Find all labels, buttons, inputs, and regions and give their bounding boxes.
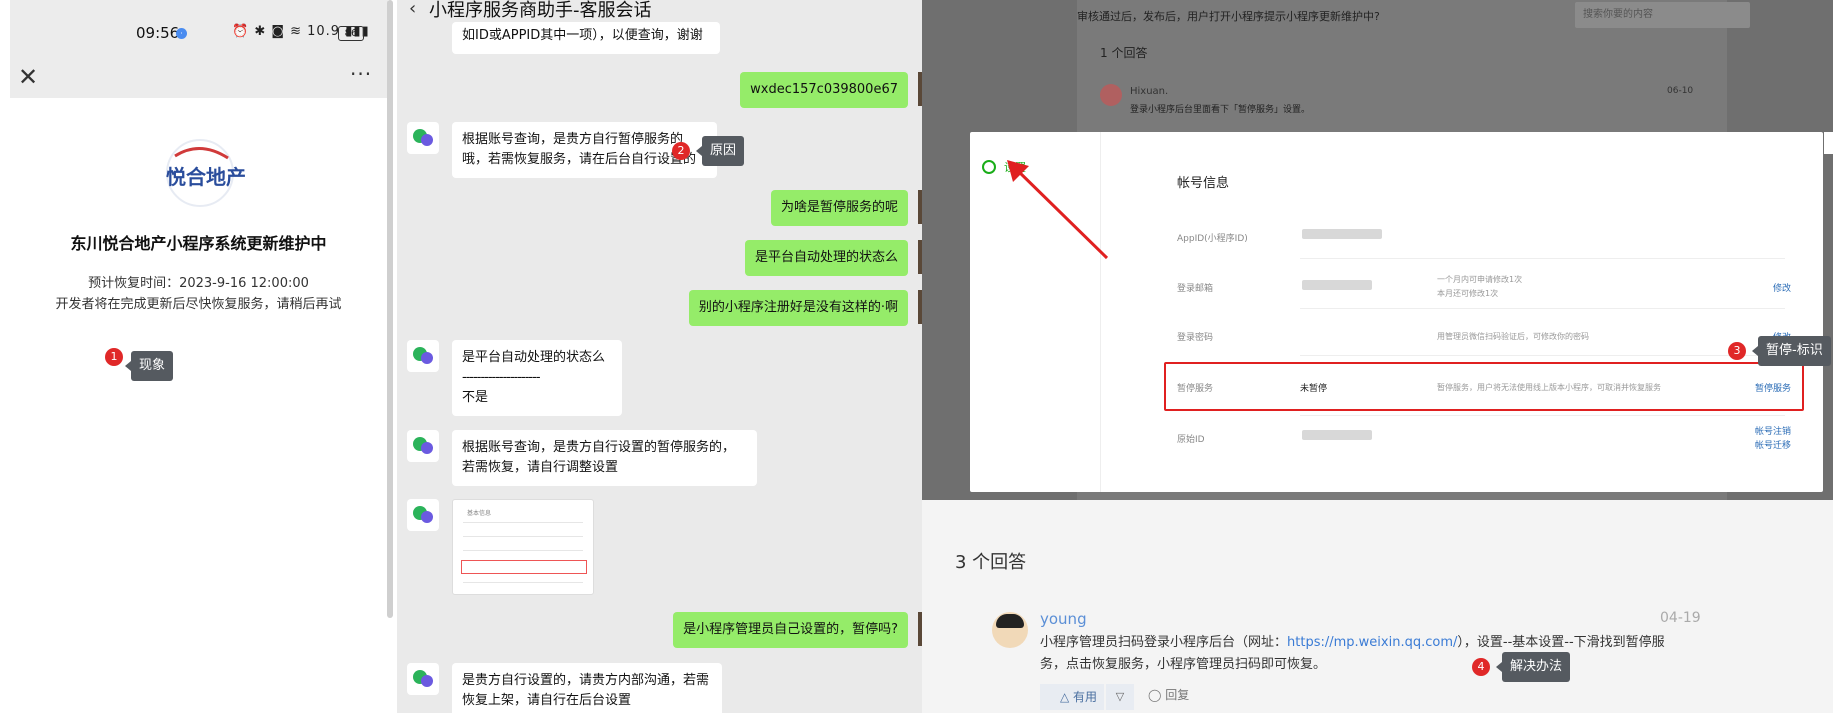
reply-label: 回复	[1165, 688, 1190, 702]
answer-date: 04-19	[1660, 610, 1701, 626]
annotation-number: 1	[105, 348, 123, 366]
chat-title: 小程序服务商助手-客服会话	[429, 0, 652, 21]
annotation-label: 原因	[695, 136, 745, 166]
back-icon[interactable]: ‹	[409, 0, 416, 19]
message-left: 是贵方自行设置的，请贵方内部沟通，若需恢复上架，请自行在后台设置	[452, 663, 722, 713]
useful-label: 有用	[1073, 690, 1098, 704]
annotation-number: 3	[1728, 342, 1746, 360]
row-note: 本月还可修改1次	[1437, 289, 1499, 298]
row-label: 登录密码	[1177, 333, 1214, 343]
maintenance-title: 东川悦合地产小程序系统更新维护中	[70, 234, 327, 253]
status-time: 09:56	[136, 24, 180, 42]
row-note: 用管理员微信扫码验证后，可修改你的密码	[1437, 332, 1589, 341]
recovery-time: 预计恢复时间：2023-9-16 12:00:00	[88, 276, 309, 291]
annotation-label: 暂停-标识	[1752, 336, 1831, 366]
annotation-number: 2	[672, 142, 690, 160]
message-line: 不是	[462, 390, 489, 405]
message-right: 是小程序管理员自己设置的，暂停吗?	[673, 612, 908, 648]
thumb-up-icon: △	[1060, 690, 1074, 704]
edit-email-link[interactable]: 修改	[1773, 281, 1791, 294]
highlight-box	[1164, 362, 1804, 411]
answer-text: 登录小程序后台里面看下「暂停服务」设置。	[1130, 105, 1311, 115]
message-right: 别的小程序注册好是没有这样的·啊	[688, 290, 908, 326]
answer-body: 小程序管理员扫码登录小程序后台（网址：https://mp.weixin.qq.…	[1040, 632, 1690, 676]
message-right: wxdec157c039800e67	[740, 72, 908, 108]
thumbnail-text: 基本信息	[467, 510, 492, 517]
migrate-account-link[interactable]: 帐号迁移	[1755, 438, 1791, 451]
service-avatar-icon	[407, 430, 439, 462]
annotation-number: 4	[1472, 658, 1490, 676]
mini-program-navbar	[10, 68, 388, 98]
red-arrow-icon	[1007, 160, 1109, 260]
thumb-down-icon: ▽	[1115, 690, 1125, 703]
close-edge	[1824, 132, 1833, 154]
comment-icon: ◯	[1148, 688, 1166, 702]
message-left: 根据账号查询，是贵方自行设置的暂停服务的，若需恢复，请自行调整设置	[452, 430, 757, 486]
downvote-button[interactable]: ▽	[1106, 684, 1134, 710]
avatar	[1100, 84, 1122, 106]
message-line: ---------------------	[462, 370, 541, 385]
answer-date: 06-10	[1667, 86, 1694, 96]
maintenance-notice: 开发者将在完成更新后尽快恢复服务，请稍后再试	[55, 297, 342, 312]
answer-text: 小程序管理员扫码登录小程序后台（网址：	[1040, 635, 1288, 650]
image-message-thumbnail[interactable]: 基本信息	[452, 499, 594, 595]
logo-text: 悦合地产	[166, 165, 246, 189]
gear-icon[interactable]	[982, 160, 996, 174]
annotation-label: 现象	[124, 351, 174, 381]
notification-dot: ·	[176, 28, 187, 39]
answers-section: 3 个回答 young 04-19 小程序管理员扫码登录小程序后台（网址：htt…	[922, 500, 1833, 713]
answer-count: 3 个回答	[955, 552, 1027, 573]
scrollbar[interactable]	[387, 0, 393, 618]
phone-screen: 09:56 · ⏰ ✱ ◙ ≋ 10.9 ▮▮▮ 86 ✕ ··· 悦合地产 东…	[0, 0, 397, 713]
admin-console-overlay: 审核通过后，发布后，用户打开小程序提示小程序更新维护中? 搜索你要的内容 1 个…	[922, 0, 1833, 500]
row-note: 一个月内可申请修改1次	[1437, 275, 1523, 284]
answer-user[interactable]: young	[1040, 610, 1087, 628]
blurred-value	[1302, 280, 1372, 290]
message-right: 为啥是暂停服务的呢	[770, 190, 908, 226]
qa-question: 审核通过后，发布后，用户打开小程序提示小程序更新维护中?	[1077, 10, 1380, 23]
section-title: 帐号信息	[1177, 176, 1230, 191]
message-line: 是平台自动处理的状态么	[462, 350, 606, 365]
battery-icon: 86	[338, 26, 364, 41]
service-avatar-icon	[407, 122, 439, 154]
chat-window: ‹ 小程序服务商助手-客服会话 如ID或APPID其中一项），以便查询，谢谢 w…	[397, 0, 922, 713]
service-avatar-icon	[407, 499, 439, 531]
useful-button[interactable]: △ 有用	[1040, 684, 1104, 710]
annotation-label: 解决办法	[1495, 652, 1571, 682]
answer-count: 1 个回答	[1100, 46, 1148, 60]
blurred-value	[1302, 229, 1382, 239]
search-input[interactable]: 搜索你要的内容	[1575, 2, 1750, 28]
row-label: 原始ID	[1177, 435, 1205, 445]
message-left: 是平台自动处理的状态么 --------------------- 不是	[452, 340, 622, 416]
row-label: 登录邮箱	[1177, 284, 1214, 294]
avatar	[992, 612, 1028, 648]
row-label: AppID(小程序ID)	[1177, 234, 1248, 244]
service-avatar-icon	[407, 663, 439, 695]
message-right: 是平台自动处理的状态么	[744, 240, 908, 276]
answer-link[interactable]: https://mp.weixin.qq.com/	[1287, 635, 1457, 650]
cancel-account-link[interactable]: 帐号注销	[1755, 424, 1791, 437]
more-icon[interactable]: ···	[350, 62, 372, 86]
reply-button[interactable]: ◯ 回复	[1148, 686, 1189, 703]
blurred-value	[1302, 430, 1372, 440]
message-left: 如ID或APPID其中一项），以便查询，谢谢	[452, 22, 720, 54]
close-icon[interactable]: ✕	[18, 63, 38, 91]
service-avatar-icon	[407, 340, 439, 372]
answer-user[interactable]: Hixuan.	[1130, 86, 1168, 97]
